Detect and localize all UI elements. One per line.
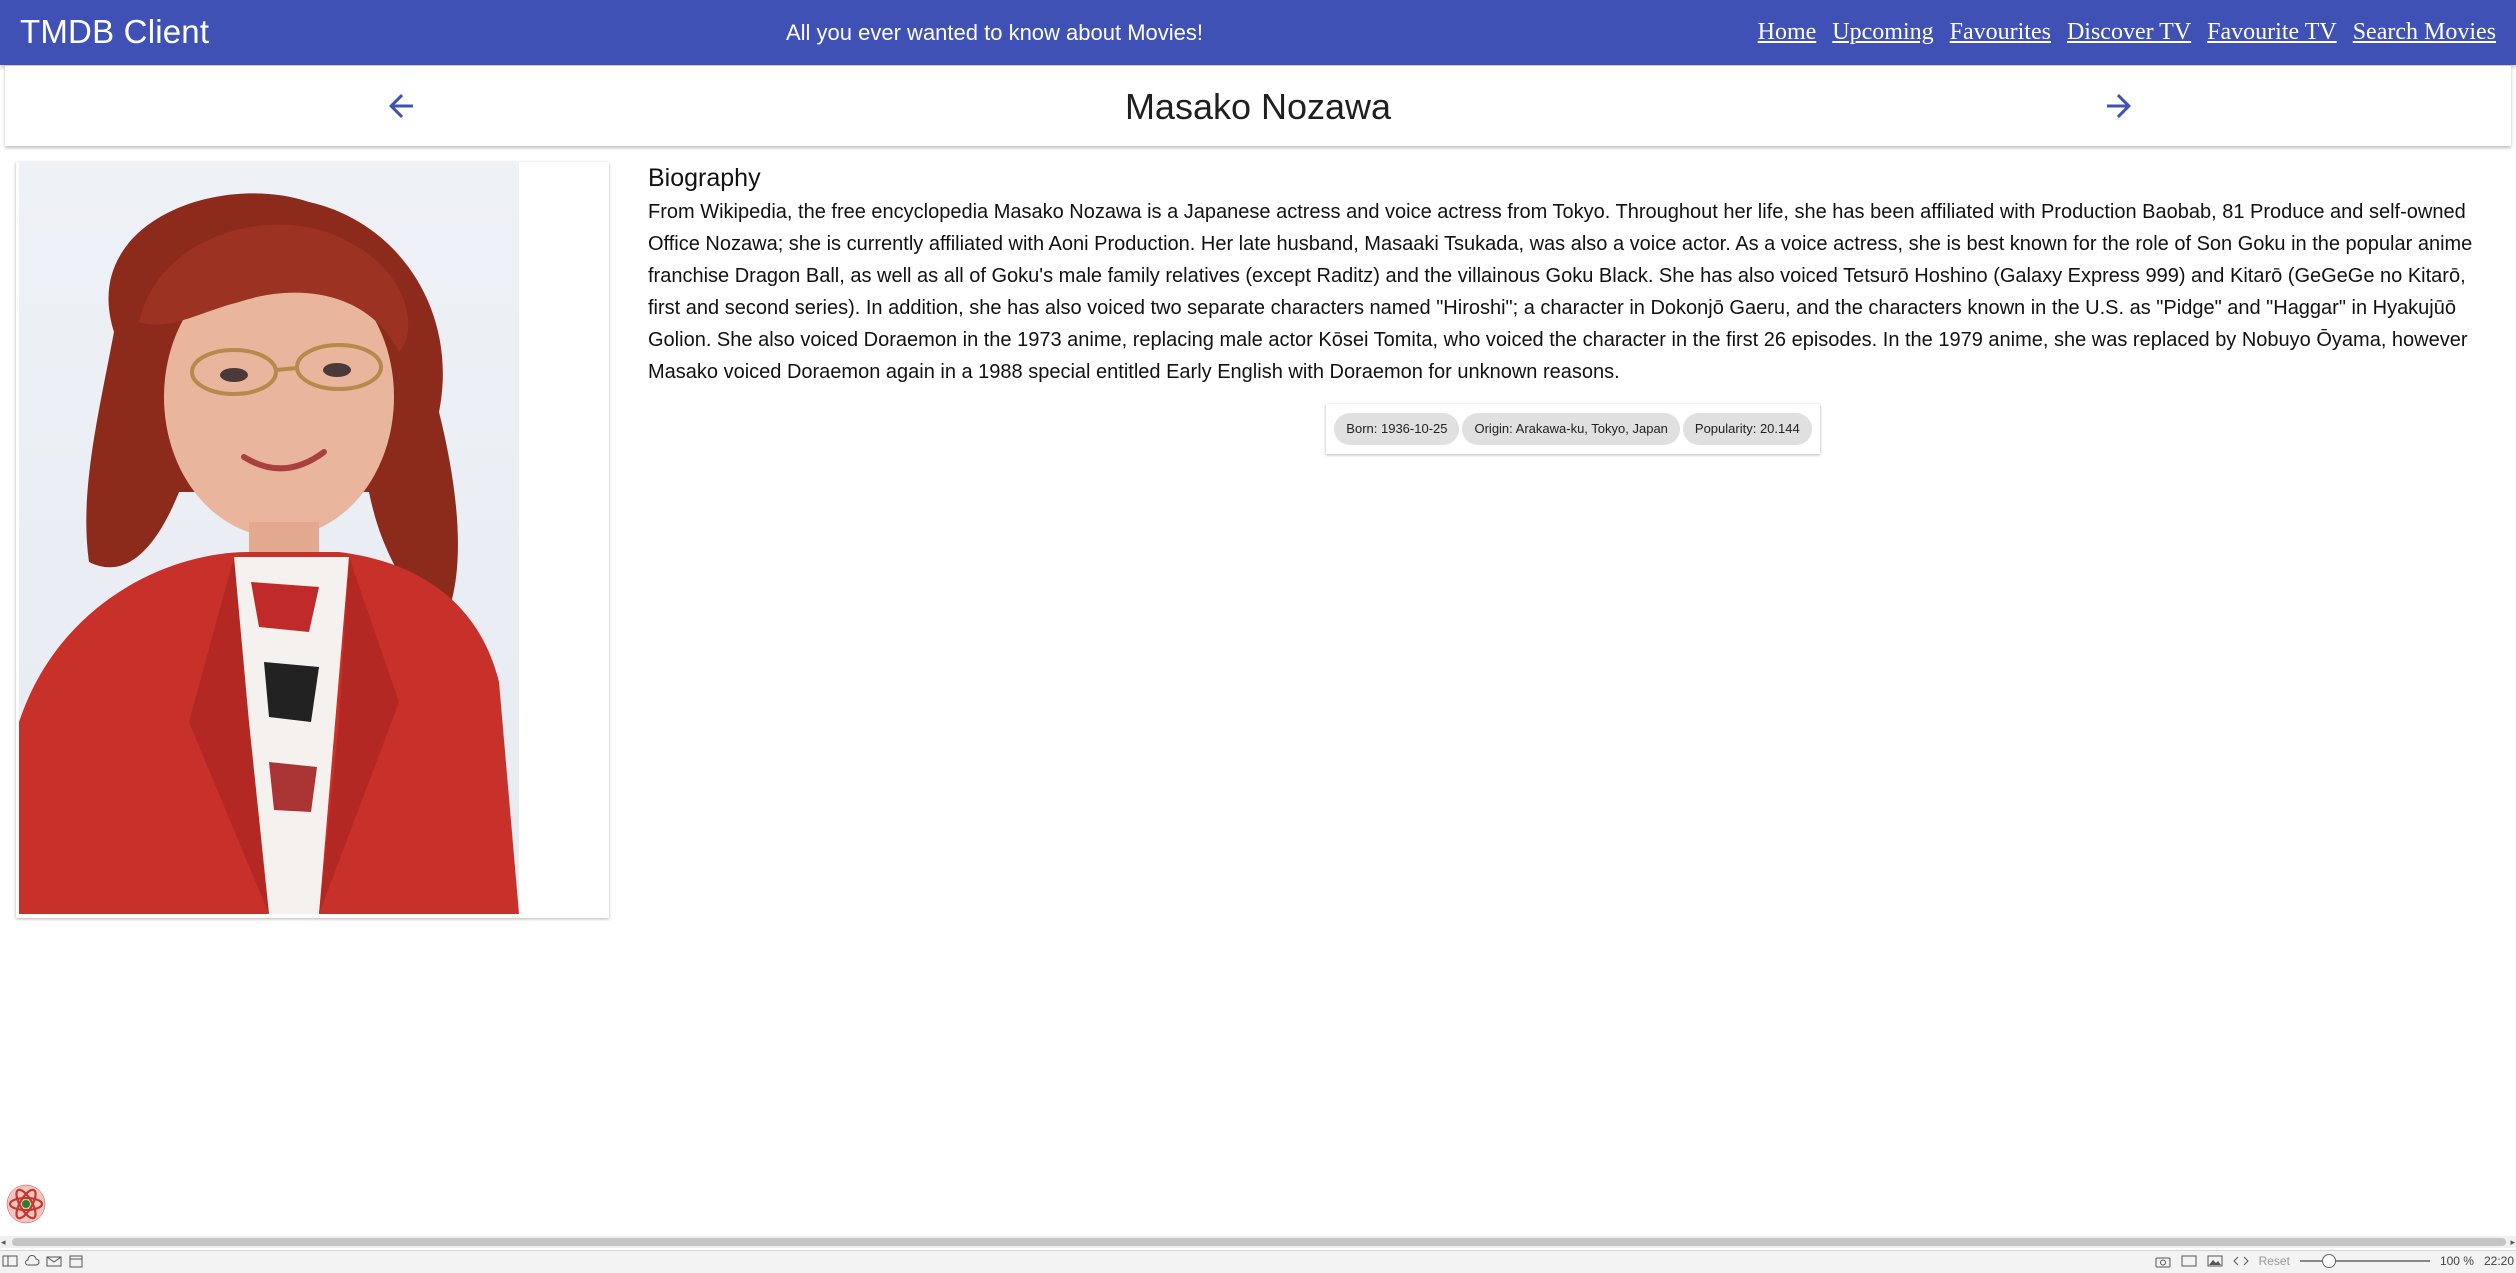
horizontal-scrollbar[interactable]: ◂ ▸ [0, 1236, 2516, 1248]
popularity-chip: Popularity: 20.144 [1682, 413, 1812, 445]
person-details-chips: Born: 1936-10-25 Origin: Arakawa-ku, Tok… [1326, 404, 1820, 454]
app-title: TMDB Client [20, 13, 210, 50]
biography-text: From Wikipedia, the free encyclopedia Ma… [648, 201, 2473, 383]
biography-heading: Biography [648, 164, 761, 192]
cloud-icon[interactable] [24, 1254, 40, 1268]
scroll-right-icon[interactable]: ▸ [2510, 1237, 2515, 1248]
profile-photo [19, 162, 519, 914]
zoom-level: 100 % [2439, 1254, 2474, 1268]
nav-upcoming-link[interactable]: Upcoming [1832, 19, 1933, 46]
nav-discover-tv-link[interactable]: Discover TV [2067, 19, 2191, 46]
clock: 22:20 [2483, 1254, 2514, 1268]
react-devtools-icon[interactable] [6, 1184, 46, 1224]
zoom-reset-button[interactable]: Reset [2259, 1254, 2290, 1268]
main-nav: Home Upcoming Favourites Discover TV Fav… [1758, 19, 2496, 46]
image-icon[interactable] [2207, 1254, 2223, 1268]
nav-favourite-tv-link[interactable]: Favourite TV [2207, 19, 2337, 46]
app-tagline: All you ever wanted to know about Movies… [786, 20, 1204, 45]
scroll-left-icon[interactable]: ◂ [1, 1237, 6, 1248]
zoom-slider[interactable] [2299, 1254, 2430, 1268]
born-chip: Born: 1936-10-25 [1334, 413, 1460, 445]
window-icon[interactable] [2181, 1254, 2197, 1268]
origin-chip: Origin: Arakawa-ku, Tokyo, Japan [1462, 413, 1680, 445]
person-photo-illustration [19, 193, 519, 914]
nav-search-movies-link[interactable]: Search Movies [2353, 19, 2496, 46]
forward-button[interactable] [2101, 88, 2137, 124]
code-icon[interactable] [2232, 1254, 2249, 1268]
panel-icon[interactable] [2, 1254, 18, 1268]
camera-icon[interactable] [2155, 1254, 2171, 1268]
profile-photo-card [16, 162, 609, 918]
calendar-icon[interactable] [68, 1254, 84, 1268]
mail-icon[interactable] [46, 1254, 62, 1268]
scrollbar-thumb[interactable] [12, 1238, 2506, 1246]
person-header: Masako Nozawa [5, 66, 2511, 146]
nav-home-link[interactable]: Home [1758, 19, 1817, 46]
app-bar: TMDB Client All you ever wanted to know … [0, 0, 2516, 65]
browser-status-bar: Reset 100 % 22:20 [0, 1250, 2516, 1273]
nav-favourites-link[interactable]: Favourites [1950, 19, 2051, 46]
arrow-right-icon [2107, 94, 2131, 118]
